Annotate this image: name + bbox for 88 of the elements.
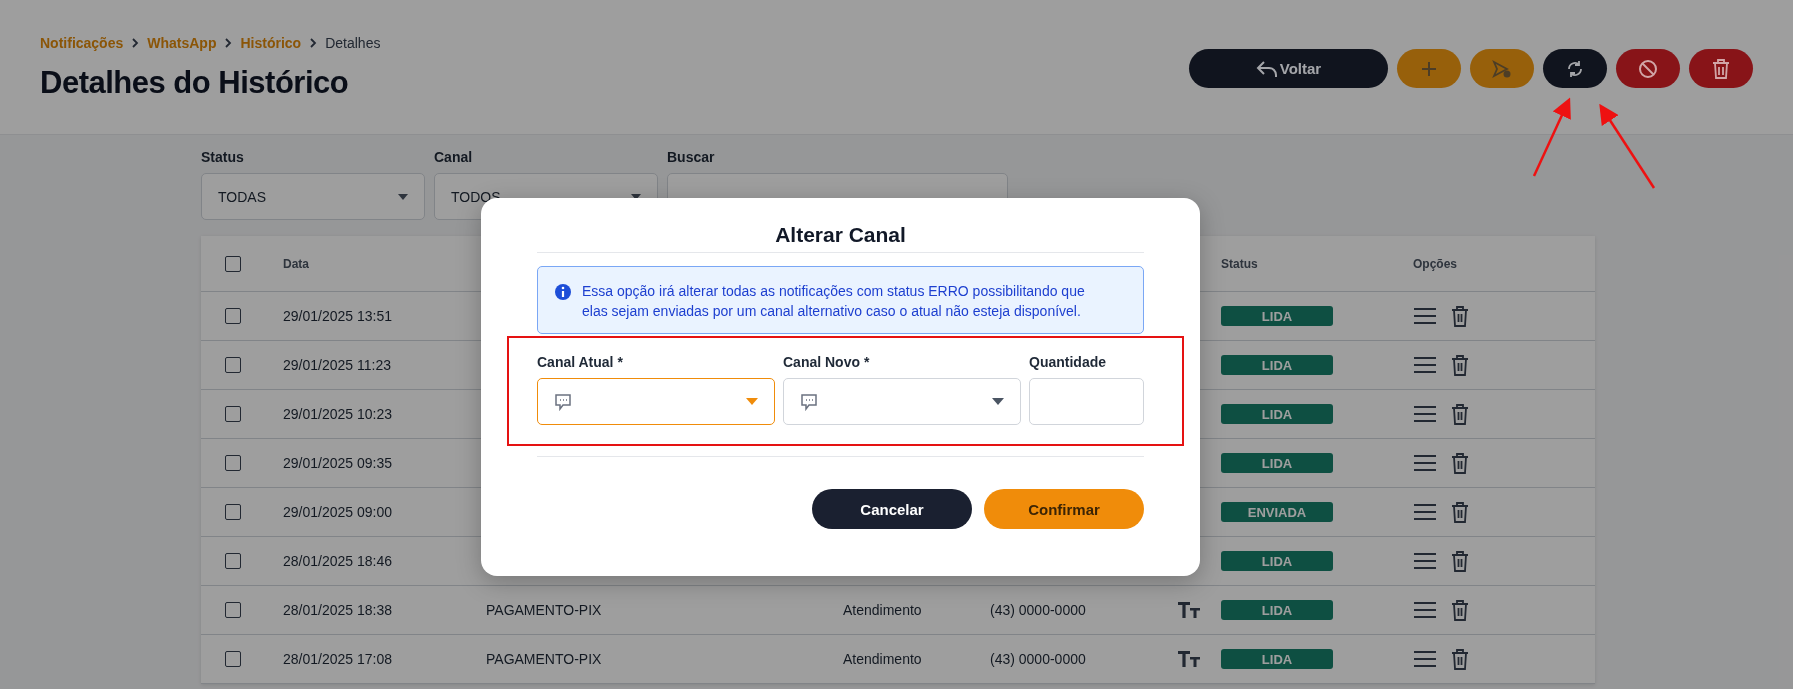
trash-icon[interactable] (1451, 403, 1469, 425)
status-badge: LIDA (1221, 453, 1333, 473)
menu-icon[interactable] (1413, 601, 1437, 619)
dialog-title: Alterar Canal (774, 222, 907, 248)
table-cell: 28/01/2025 18:38 (283, 602, 392, 618)
filter-label: Status (201, 149, 245, 165)
trash-icon[interactable] (1451, 305, 1469, 327)
row-checkbox[interactable] (225, 504, 241, 520)
field-label: Canal Novo * (783, 354, 871, 370)
menu-icon[interactable] (1413, 307, 1437, 325)
delete-button[interactable] (1689, 49, 1753, 88)
chevron-icon (131, 38, 140, 48)
trash-icon[interactable] (1451, 550, 1469, 572)
table-cell: 29/01/2025 10:23 (283, 406, 392, 422)
chevron-icon (224, 38, 233, 48)
text-type-icon (1178, 651, 1200, 667)
table-cell: 29/01/2025 09:00 (283, 504, 392, 520)
chat-bubble-icon (554, 392, 572, 411)
plus-icon (1421, 60, 1437, 77)
table-cell: 29/01/2025 11:23 (283, 357, 391, 373)
table-cell: 28/01/2025 18:46 (283, 553, 392, 569)
status-badge: LIDA (1221, 355, 1333, 375)
table-cell: 29/01/2025 09:35 (283, 455, 392, 471)
table-cell: (43) 0000-0000 (990, 651, 1086, 667)
refresh-button[interactable] (1543, 49, 1607, 88)
trash-icon[interactable] (1451, 354, 1469, 376)
trash-icon[interactable] (1451, 452, 1469, 474)
table-cell: PAGAMENTO-PIX (486, 651, 602, 667)
row-checkbox[interactable] (225, 602, 241, 618)
status-badge: LIDA (1221, 551, 1333, 571)
status-badge: LIDA (1221, 306, 1333, 326)
menu-icon[interactable] (1413, 650, 1437, 668)
add-button[interactable] (1397, 49, 1461, 88)
block-icon (1638, 58, 1658, 79)
page-title: Detalhes do Histórico (40, 65, 350, 101)
chevron-icon (309, 38, 318, 48)
select-all-checkbox[interactable] (225, 255, 241, 272)
status-badge: ENVIADA (1221, 502, 1333, 522)
menu-icon[interactable] (1413, 356, 1437, 374)
send-clock-icon (1492, 59, 1512, 78)
table-cell: (43) 0000-0000 (990, 602, 1086, 618)
column-header: Opções (1413, 255, 1458, 273)
row-checkbox[interactable] (225, 553, 241, 569)
filter-label: Canal (434, 149, 474, 165)
trash-icon[interactable] (1451, 599, 1469, 621)
breadcrumb-current: Detalhes (325, 35, 381, 51)
row-checkbox[interactable] (225, 308, 241, 324)
column-header: Status (1221, 255, 1259, 273)
refresh-icon (1566, 59, 1584, 78)
trash-icon[interactable] (1451, 648, 1469, 670)
field-label: Quantidade (1029, 354, 1107, 370)
trash-icon (1712, 58, 1730, 79)
filter-label: Buscar (667, 149, 716, 165)
table-cell: 29/01/2025 13:51 (283, 308, 392, 324)
status-badge: LIDA (1221, 600, 1333, 620)
column-header: Data (283, 255, 310, 273)
cancel-button[interactable]: Cancelar (812, 489, 972, 529)
caret-icon (398, 193, 408, 200)
back-button[interactable]: Voltar (1189, 49, 1388, 88)
caret-icon (992, 398, 1004, 405)
undo-arrow-icon (1255, 59, 1278, 78)
menu-icon[interactable] (1413, 454, 1437, 472)
send-button[interactable] (1470, 49, 1534, 88)
confirm-button[interactable]: Confirmar (984, 489, 1144, 529)
menu-icon[interactable] (1413, 503, 1437, 521)
block-button[interactable] (1616, 49, 1680, 88)
trash-icon[interactable] (1451, 501, 1469, 523)
field-label: Canal Atual * (537, 354, 624, 370)
table-cell: PAGAMENTO-PIX (486, 602, 602, 618)
chat-bubble-icon (800, 392, 818, 411)
quantity-field[interactable] (1029, 378, 1144, 425)
status-badge: LIDA (1221, 649, 1333, 669)
menu-icon[interactable] (1413, 552, 1437, 570)
info-text: Essa opção irá alterar todas as notificações com status ERRO possibilitando que elas sejam enviadas por um canal alternativo caso o atual não esteja disponível. (582, 282, 1086, 321)
info-icon (554, 283, 572, 301)
caret-icon (746, 398, 758, 405)
table-cell: 28/01/2025 17:08 (283, 651, 392, 667)
text-type-icon (1178, 602, 1200, 618)
row-checkbox[interactable] (225, 406, 241, 422)
table-cell: Atendimento (843, 602, 922, 618)
row-checkbox[interactable] (225, 357, 241, 373)
table-cell: Atendimento (843, 651, 922, 667)
caret-icon (631, 193, 641, 200)
row-checkbox[interactable] (225, 651, 241, 667)
menu-icon[interactable] (1413, 405, 1437, 423)
status-badge: LIDA (1221, 404, 1333, 424)
filter-select[interactable]: TODAS (201, 173, 425, 220)
row-checkbox[interactable] (225, 455, 241, 471)
